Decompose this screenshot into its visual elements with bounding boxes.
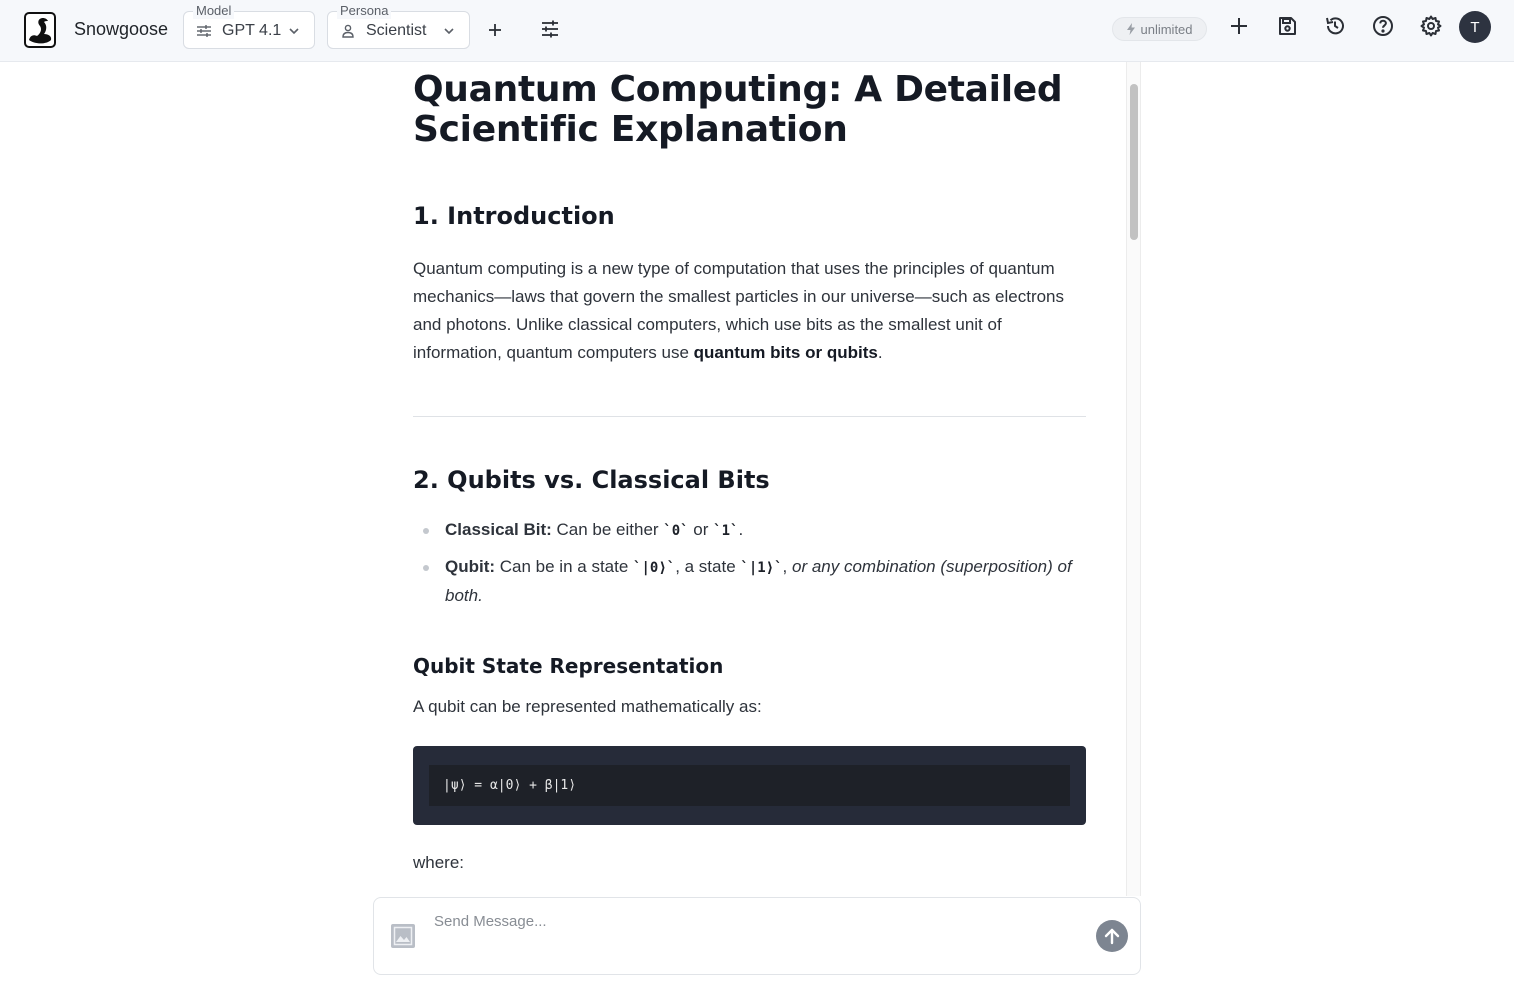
settings-button[interactable] — [1417, 12, 1445, 40]
message-composer — [373, 897, 1141, 975]
person-icon — [342, 24, 354, 38]
usage-badge-label: unlimited — [1140, 21, 1193, 37]
tune-settings-button[interactable] — [536, 15, 564, 43]
goose-logo-icon[interactable] — [24, 12, 56, 48]
chevron-down-icon — [289, 28, 299, 35]
divider — [413, 416, 1086, 417]
intro-end: . — [877, 343, 883, 362]
model-select[interactable]: Model GPT 4.1 — [183, 3, 315, 49]
intro-bold-text: quantum bits or qubits — [693, 343, 878, 362]
persona-select-label: Persona — [337, 3, 392, 19]
bits-list: Classical Bit: Can be either `0` or `1`.… — [413, 516, 1086, 610]
section-heading-qubits: 2. Qubits vs. Classical Bits — [413, 466, 770, 494]
classical-bit-label: Classical Bit: — [445, 520, 552, 539]
inline-code: `|1⟩` — [740, 560, 783, 576]
chevron-down-icon — [444, 28, 454, 35]
list-text: , — [782, 557, 792, 576]
list-text: . — [738, 520, 744, 539]
scrollbar-thumb[interactable] — [1130, 84, 1138, 240]
persona-select-value: Scientist — [366, 22, 427, 39]
list-text: or — [688, 520, 714, 539]
list-text: Can be either — [551, 520, 664, 539]
new-chat-button[interactable] — [1225, 12, 1253, 40]
list-text: Can be in a state — [495, 557, 634, 576]
qubit-label: Qubit: — [445, 557, 496, 576]
sliders-icon — [197, 25, 211, 37]
help-circle-icon — [1373, 16, 1393, 36]
list-text: , a state — [675, 557, 741, 576]
arrow-up-icon — [1104, 928, 1120, 945]
section-heading-introduction: 1. Introduction — [413, 202, 615, 230]
usage-badge: unlimited — [1112, 17, 1207, 41]
list-item: Qubit: Can be in a state `|0⟩`, a state … — [413, 553, 1086, 610]
persona-select[interactable]: Persona Scientist — [327, 3, 470, 49]
inline-code: `1` — [713, 523, 739, 539]
gear-icon — [1420, 15, 1442, 37]
intro-paragraph: Quantum computing is a new type of compu… — [413, 255, 1086, 367]
send-button[interactable] — [1096, 920, 1128, 952]
plus-icon — [1231, 18, 1247, 34]
inline-code: `|0⟩` — [633, 560, 676, 576]
model-select-value: GPT 4.1 — [222, 22, 282, 39]
message-input[interactable] — [434, 913, 1074, 930]
new-persona-button[interactable] — [481, 16, 509, 44]
message-content: Quantum Computing: A Detailed Scientific… — [413, 62, 1086, 896]
app-name: Snowgoose — [74, 19, 169, 39]
code-block: |ψ⟩ = α|0⟩ + β|1⟩ — [413, 746, 1086, 825]
bolt-icon — [1127, 23, 1136, 35]
plus-icon — [489, 24, 501, 36]
state-paragraph: A qubit can be represented mathematicall… — [413, 697, 762, 716]
where-paragraph: where: — [413, 853, 465, 872]
list-item: Classical Bit: Can be either `0` or `1`. — [413, 516, 1086, 545]
inline-code: `0` — [663, 523, 689, 539]
help-button[interactable] — [1369, 12, 1397, 40]
section-heading-state-representation: Qubit State Representation — [413, 654, 724, 678]
content-scrollbar[interactable] — [1126, 62, 1141, 896]
user-avatar[interactable]: T — [1459, 11, 1491, 43]
history-icon — [1326, 17, 1344, 35]
model-select-label: Model — [193, 3, 235, 19]
app-header: Snowgoose Model GPT 4.1 Persona Scientis… — [0, 0, 1514, 62]
code-block-content[interactable]: |ψ⟩ = α|0⟩ + β|1⟩ — [429, 765, 1070, 806]
page-title: Quantum Computing: A Detailed Scientific… — [413, 69, 1063, 150]
tune-icon — [542, 20, 558, 38]
save-button[interactable] — [1273, 12, 1301, 40]
history-button[interactable] — [1321, 12, 1349, 40]
save-icon — [1279, 17, 1296, 35]
image-icon[interactable] — [390, 923, 416, 949]
